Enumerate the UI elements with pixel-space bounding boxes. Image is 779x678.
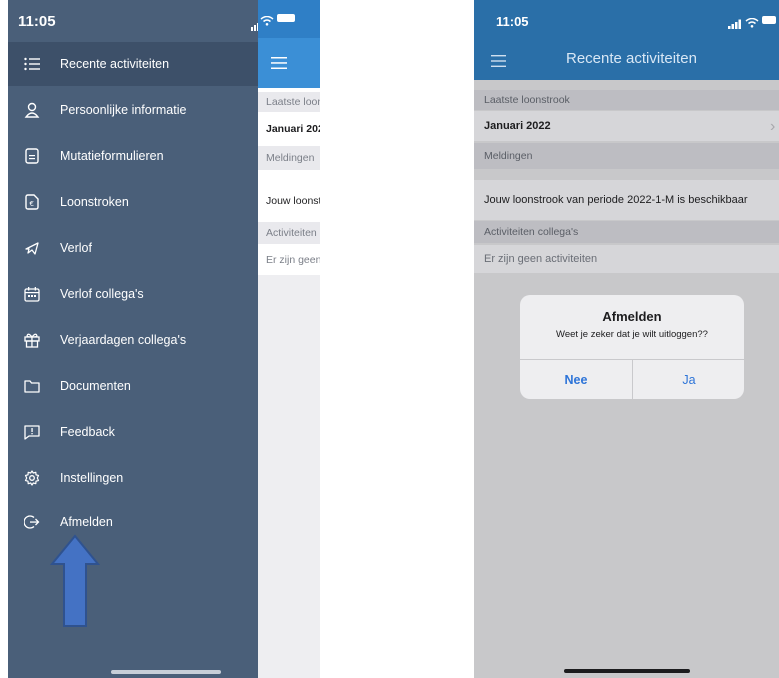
menu-item-feedback[interactable]: Feedback: [8, 410, 258, 454]
wifi-icon: [260, 13, 274, 31]
main-content-peek: Laatste loonstrook Januari 2022 Meldinge…: [258, 0, 320, 678]
page-title: Recente activiteiten: [566, 50, 697, 67]
calendar-icon: [22, 284, 42, 304]
section-header: Activiteiten collega's: [258, 222, 320, 244]
section-header: Activiteiten collega's: [474, 221, 779, 243]
menu-item-verlof[interactable]: Verlof: [8, 226, 258, 270]
menu-item-instellingen[interactable]: Instellingen: [8, 456, 258, 500]
home-indicator: [111, 670, 221, 674]
list-item[interactable]: Jouw loonstrook van periode 2022-1-M is …: [258, 181, 320, 221]
cancel-button[interactable]: Nee: [520, 360, 632, 399]
section-header: Laatste loonstrook: [474, 90, 779, 110]
home-indicator: [564, 669, 690, 673]
signal-icon: [728, 16, 742, 34]
menu-item-label: Feedback: [60, 425, 115, 439]
menu-item-verjaardagen-collegas[interactable]: Verjaardagen collega's: [8, 318, 258, 362]
menu-item-label: Loonstroken: [60, 195, 129, 209]
menu-item-label: Afmelden: [60, 515, 113, 529]
menu-item-label: Documenten: [60, 379, 131, 393]
list-item: Er zijn geen activiteiten: [258, 246, 320, 274]
menu-item-afmelden[interactable]: Afmelden: [8, 500, 258, 544]
confirm-button[interactable]: Ja: [633, 360, 744, 399]
menu-item-persoonlijke-informatie[interactable]: Persoonlijke informatie: [8, 88, 258, 132]
gear-icon: [22, 468, 42, 488]
battery-icon: [762, 16, 776, 24]
folder-icon: [22, 376, 42, 396]
battery-icon: [277, 14, 295, 22]
menu-item-label: Mutatieformulieren: [60, 149, 164, 163]
menu-item-verlof-collegas[interactable]: Verlof collega's: [8, 272, 258, 316]
menu-item-label: Verlof collega's: [60, 287, 144, 301]
logout-confirm-dialog: Afmelden Weet je zeker dat je wilt uitlo…: [520, 295, 744, 399]
list-item[interactable]: Januari 2022: [258, 114, 320, 144]
payslip-icon: €: [22, 192, 42, 212]
content-background: [258, 275, 320, 678]
gift-icon: [22, 330, 42, 350]
left-phone-screen: 11:05 Recente activiteiten Persoonlijke …: [8, 0, 320, 678]
list-item[interactable]: Jouw loonstrook van periode 2022-1-M is …: [474, 180, 779, 220]
logout-icon: [22, 512, 42, 532]
status-bar: [258, 0, 320, 38]
hamburger-menu-icon[interactable]: [491, 54, 506, 72]
list-icon: [22, 54, 42, 74]
dialog-title: Afmelden: [602, 309, 662, 324]
svg-text:€: €: [30, 200, 34, 208]
menu-item-loonstroken[interactable]: € Loonstroken: [8, 180, 258, 224]
section-header: Meldingen: [474, 143, 779, 169]
menu-item-recente-activiteiten[interactable]: Recente activiteiten: [8, 42, 258, 86]
wifi-icon: [745, 15, 759, 33]
section-header: Laatste loonstrook: [258, 92, 320, 112]
list-item[interactable]: Januari 2022: [474, 111, 779, 141]
menu-item-label: Verjaardagen collega's: [60, 333, 187, 347]
list-item: Er zijn geen activiteiten: [474, 245, 779, 273]
status-time: 11:05: [18, 13, 56, 30]
feedback-icon: [22, 422, 42, 442]
person-icon: [22, 100, 42, 120]
menu-item-label: Recente activiteiten: [60, 57, 170, 71]
menu-item-label: Verlof: [60, 241, 92, 255]
right-phone-screen: 11:05 Recente activiteiten Laatste loons…: [474, 0, 779, 678]
up-arrow-annotation: [49, 534, 101, 633]
document-icon: [22, 146, 42, 166]
status-time: 11:05: [496, 14, 529, 29]
menu-item-label: Persoonlijke informatie: [60, 103, 187, 117]
menu-item-label: Instellingen: [60, 471, 124, 485]
chevron-right-icon: ›: [770, 118, 776, 135]
header-bar: [474, 0, 779, 80]
menu-item-mutatieformulieren[interactable]: Mutatieformulieren: [8, 134, 258, 178]
section-header: Meldingen: [258, 146, 320, 170]
nav-bar: [258, 38, 320, 88]
hamburger-menu-icon[interactable]: [271, 56, 287, 74]
airplane-icon: [22, 238, 42, 258]
navigation-drawer: 11:05 Recente activiteiten Persoonlijke …: [8, 0, 259, 678]
menu-item-documenten[interactable]: Documenten: [8, 364, 258, 408]
dialog-message: Weet je zeker dat je wilt uitloggen??: [556, 329, 708, 340]
